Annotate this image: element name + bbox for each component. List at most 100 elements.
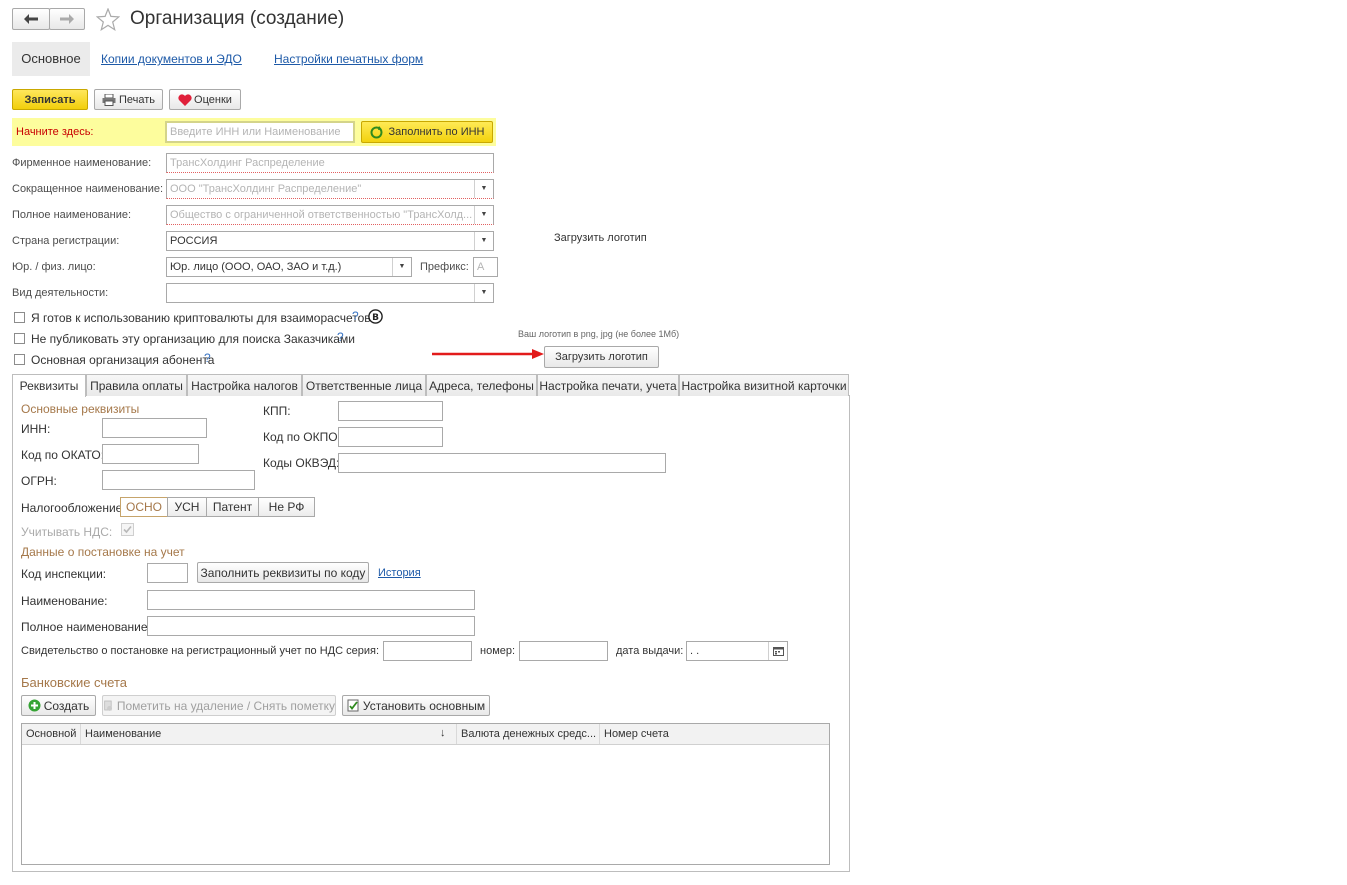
delete-mark-icon (104, 700, 113, 711)
tab-tax-settings[interactable]: Настройка налогов (187, 374, 302, 396)
country-label: Страна регистрации: (12, 235, 120, 247)
dropdown-arrow-icon[interactable]: ▼ (392, 258, 411, 276)
tab-payment-rules[interactable]: Правила оплаты (86, 374, 187, 396)
tab-print-forms[interactable]: Настройки печатных форм (274, 52, 423, 66)
back-button[interactable] (12, 8, 50, 30)
dropdown-arrow-icon[interactable]: ▼ (474, 180, 493, 198)
calendar-icon[interactable] (768, 642, 787, 660)
tab-main[interactable]: Основное (12, 42, 90, 76)
help-icon[interactable]: ? (337, 330, 344, 344)
mark-delete-button[interactable]: Пометить на удаление / Снять пометку (102, 695, 336, 716)
dropdown-arrow-icon[interactable]: ▼ (474, 206, 493, 224)
start-here-label: Начните здесь: (16, 126, 94, 138)
column-account-number[interactable]: Номер счета (600, 724, 829, 744)
inspection-label: Код инспекции: (21, 567, 107, 581)
heart-icon (178, 93, 192, 106)
activity-field[interactable]: ▼ (166, 283, 494, 303)
taxation-patent[interactable]: Патент (206, 497, 259, 517)
column-main[interactable]: Основной (22, 724, 81, 744)
prefix-field[interactable]: А (473, 257, 498, 277)
forward-button[interactable] (49, 8, 85, 30)
page-title: Организация (создание) (130, 8, 345, 29)
bitcoin-icon: B (368, 309, 383, 324)
history-link[interactable]: История (378, 567, 421, 579)
set-main-button[interactable]: Установить основным (342, 695, 490, 716)
arrow-right-icon (60, 14, 74, 24)
create-label: Создать (43, 698, 90, 713)
checkmark-doc-icon (347, 699, 359, 712)
tab-responsible[interactable]: Ответственные лица (302, 374, 426, 396)
vat-label: Учитывать НДС: (21, 525, 113, 539)
tab-business-card[interactable]: Настройка визитной карточки (679, 374, 849, 396)
tab-addresses[interactable]: Адреса, телефоны (426, 374, 537, 396)
vat-cert-label: Свидетельство о постановке на регистраци… (21, 645, 380, 657)
inspection-field[interactable] (147, 563, 188, 583)
crypto-label: Я готов к использованию криптовалюты для… (31, 311, 371, 325)
dropdown-arrow-icon[interactable]: ▼ (474, 232, 493, 250)
activity-label: Вид деятельности: (12, 287, 109, 299)
okpo-label: Код по ОКПО: (263, 430, 341, 444)
vat-cert-date-label: дата выдачи: (616, 645, 684, 657)
entity-type-field[interactable]: Юр. лицо (ООО, ОАО, ЗАО и т.д.) ▼ (166, 257, 412, 277)
okpo-field[interactable] (338, 427, 443, 447)
column-name[interactable]: Наименование (81, 724, 457, 744)
country-field[interactable]: РОССИЯ ▼ (166, 231, 494, 251)
plus-icon (28, 699, 41, 712)
kpp-field[interactable] (338, 401, 443, 421)
star-icon[interactable] (96, 8, 120, 31)
vat-cert-series-field[interactable] (383, 641, 472, 661)
okato-field[interactable] (102, 444, 199, 464)
ogrn-label: ОГРН: (21, 474, 57, 488)
inn-label: ИНН: (21, 422, 51, 436)
taxation-osno[interactable]: ОСНО (120, 497, 168, 517)
short-name-field[interactable]: ООО "ТрансХолдинг Распределение" ▼ (166, 179, 494, 199)
red-arrow-annotation (432, 349, 544, 359)
prefix-label: Префикс: (420, 261, 469, 273)
reg-name-field[interactable] (147, 590, 475, 610)
upload-logo-button[interactable]: Загрузить логотип (544, 346, 659, 368)
full-name-label: Полное наименование: (12, 209, 132, 221)
okved-label: Коды ОКВЭД: (263, 456, 340, 470)
vat-cert-date-field[interactable]: . . (686, 641, 788, 661)
help-icon[interactable]: ? (204, 351, 211, 365)
firm-name-label: Фирменное наименование: (12, 157, 152, 169)
dropdown-arrow-icon[interactable]: ▼ (474, 284, 493, 302)
ratings-button[interactable]: Оценки (169, 89, 241, 110)
taxation-label: Налогообложение: (21, 501, 126, 515)
vat-checkbox[interactable] (121, 523, 134, 536)
print-button[interactable]: Печать (94, 89, 163, 110)
main-org-checkbox[interactable] (14, 354, 25, 365)
tab-copies-edo[interactable]: Копии документов и ЭДО (101, 52, 242, 66)
vat-cert-number-label: номер: (480, 645, 516, 657)
vat-cert-number-field[interactable] (519, 641, 608, 661)
no-publish-checkbox[interactable] (14, 333, 25, 344)
bank-accounts-title: Банковские счета (21, 675, 128, 690)
firm-name-field[interactable]: ТрансХолдинг Распределение (166, 153, 494, 173)
entity-type-label: Юр. / физ. лицо: (12, 261, 96, 273)
section-main-requisites: Основные реквизиты (21, 402, 140, 416)
tab-requisites[interactable]: Реквизиты (12, 374, 86, 397)
taxation-usn[interactable]: УСН (167, 497, 207, 517)
save-button[interactable]: Записать (12, 89, 88, 110)
arrow-left-icon (24, 14, 38, 24)
kpp-label: КПП: (263, 404, 291, 418)
okato-label: Код по ОКАТО: (21, 448, 105, 462)
fill-by-inn-button[interactable]: Заполнить по ИНН (361, 121, 493, 143)
ogrn-field[interactable] (102, 470, 255, 490)
no-publish-label: Не публиковать эту организацию для поиск… (31, 332, 355, 346)
logo-title: Загрузить логотип (554, 232, 647, 244)
sort-down-icon: ↓ (440, 727, 446, 739)
inn-field[interactable] (102, 418, 207, 438)
inn-search-input[interactable]: Введите ИНН или Наименование (165, 121, 355, 143)
fill-by-code-button[interactable]: Заполнить реквизиты по коду (197, 562, 369, 583)
full-name-field[interactable]: Общество с ограниченной ответственностью… (166, 205, 494, 225)
column-currency[interactable]: Валюта денежных средс... (457, 724, 600, 744)
section-registration: Данные о постановке на учет (21, 545, 185, 559)
okved-field[interactable] (338, 453, 666, 473)
help-icon[interactable]: ? (352, 309, 359, 323)
create-button[interactable]: Создать (21, 695, 96, 716)
tab-print-settings[interactable]: Настройка печати, учета (537, 374, 679, 396)
reg-full-name-field[interactable] (147, 616, 475, 636)
crypto-checkbox[interactable] (14, 312, 25, 323)
taxation-not-rf[interactable]: Не РФ (258, 497, 315, 517)
